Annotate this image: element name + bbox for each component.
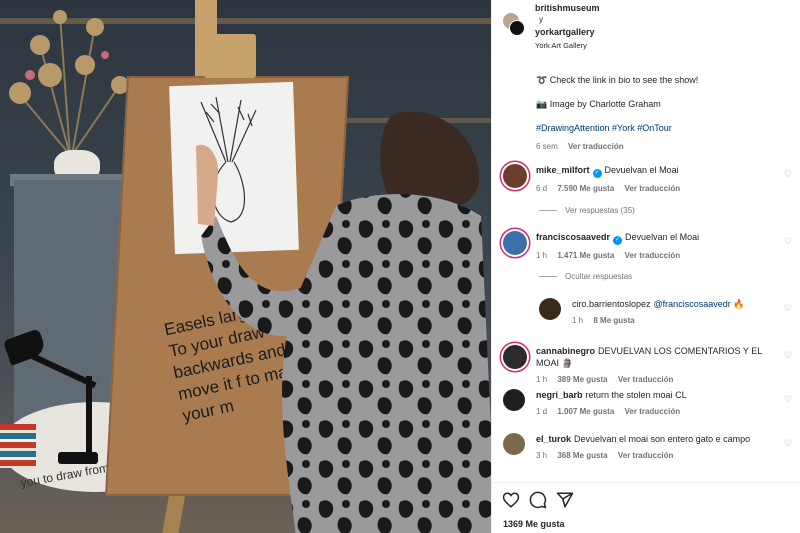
commenter-avatar[interactable] <box>503 231 527 255</box>
comment-meta: 1 h 389 Me gusta Ver traducción <box>536 374 776 386</box>
comment-likes[interactable]: 1.007 Me gusta <box>557 407 614 416</box>
replies-divider <box>539 210 557 212</box>
coauthor-avatar[interactable] <box>509 20 525 36</box>
lamp-arm <box>86 376 92 460</box>
comment-meta: 6 d 7.590 Me gusta Ver traducción <box>536 183 776 195</box>
commenter-avatar[interactable] <box>539 298 561 320</box>
caption-line: 📷 Image by Charlotte Graham <box>536 99 661 109</box>
comment-username[interactable]: mike_milfort <box>536 165 590 175</box>
comment-likes[interactable]: 1.471 Me gusta <box>557 251 614 260</box>
comment-body: negri_barb return the stolen moai CL 1 d … <box>536 389 776 418</box>
comment-likes[interactable]: 368 Me gusta <box>557 451 607 460</box>
comment-emoji: 🔥 <box>733 299 745 309</box>
comment-username[interactable]: el_turok <box>536 434 571 444</box>
post-header: britishmuseum y yorkartgallery York Art … <box>492 0 800 56</box>
comment-icon[interactable] <box>529 491 547 509</box>
post-action-bar: 1369 Me gusta <box>492 482 800 533</box>
comment-likes[interactable]: 8 Me gusta <box>593 316 634 325</box>
see-translation-button[interactable]: Ver traducción <box>568 142 624 151</box>
post-likes-count[interactable]: 1369 Me gusta <box>503 519 565 529</box>
comment-like-icon[interactable]: ♡ <box>784 170 793 179</box>
comment-time[interactable]: 1 h <box>572 316 583 325</box>
comment-meta: 1 d 1.007 Me gusta Ver traducción <box>536 406 776 418</box>
comment-username[interactable]: cannabinegro <box>536 346 595 356</box>
see-translation-button[interactable]: Ver traducción <box>625 251 681 260</box>
comment-like-icon[interactable]: ♡ <box>784 351 793 360</box>
comment-text: Devuelvan el Moai <box>625 232 700 242</box>
artist-figure <box>196 111 491 533</box>
comment-like-icon[interactable]: ♡ <box>784 439 793 448</box>
comment-time[interactable]: 1 h <box>536 251 547 260</box>
comment-text: Devuelvan el moai son entero gato e camp… <box>574 434 751 444</box>
comment-body: mike_milfort ✓ Devuelvan el Moai 6 d 7.590… <box>536 164 776 195</box>
dried-flowers <box>9 10 129 156</box>
share-icon[interactable] <box>556 491 574 509</box>
post-time[interactable]: 6 sem <box>536 142 558 151</box>
caption-meta: 6 sem Ver traducción <box>536 142 792 151</box>
author-username[interactable]: britishmuseum <box>535 2 600 14</box>
comment-meta: 1 h 1.471 Me gusta Ver traducción <box>536 250 776 262</box>
verified-icon: ✓ <box>613 236 623 245</box>
comment-body: el_turok Devuelvan el moai son entero gat… <box>536 433 776 462</box>
comment-body: ciro.barrientoslopez @franciscosaavedr 🔥 … <box>572 298 782 327</box>
post-sidebar: britishmuseum y yorkartgallery York Art … <box>491 0 800 533</box>
post-photo[interactable]: you to draw from. Easels larger s body. … <box>0 0 491 533</box>
comment-like-icon[interactable]: ♡ <box>784 395 793 404</box>
comment-username[interactable]: negri_barb <box>536 390 583 400</box>
commenter-avatar[interactable] <box>503 345 527 369</box>
comment-meta: 1 h 8 Me gusta <box>572 315 782 327</box>
comment-like-icon[interactable]: ♡ <box>784 237 793 246</box>
comment-meta: 3 h 368 Me gusta Ver traducción <box>536 450 776 462</box>
post-authors: britishmuseum y yorkartgallery York Art … <box>535 2 600 52</box>
heart-icon[interactable] <box>502 491 520 509</box>
comment-username[interactable]: franciscosaavedr <box>536 232 610 242</box>
book-stack <box>0 424 36 468</box>
lamp-base <box>58 452 98 464</box>
comment-time[interactable]: 1 h <box>536 375 547 384</box>
caption-line: ➰ Check the link in bio to see the show! <box>536 75 699 85</box>
comment-time[interactable]: 1 d <box>536 407 547 416</box>
comment-text: return the stolen moai CL <box>585 390 687 400</box>
commenter-avatar[interactable] <box>503 164 527 188</box>
comment-time[interactable]: 6 d <box>536 184 547 193</box>
coauthor-username[interactable]: yorkartgallery <box>535 26 600 38</box>
comment-likes[interactable]: 389 Me gusta <box>557 375 607 384</box>
comment-username[interactable]: ciro.barrientoslopez <box>572 299 651 309</box>
caption-hashtags[interactable]: #DrawingAttention #York #OnTour <box>536 122 792 134</box>
hide-replies-button[interactable]: Ocultar respuestas <box>539 272 632 281</box>
comment-mention[interactable]: @franciscosaavedr <box>654 299 731 309</box>
comment-body: franciscosaavedr ✓ Devuelvan el Moai 1 h 1… <box>536 231 776 262</box>
post-caption: ➰ Check the link in bio to see the show!… <box>536 74 792 151</box>
see-translation-button[interactable]: Ver traducción <box>625 184 681 193</box>
commenter-avatar[interactable] <box>503 389 525 411</box>
replies-label: Ocultar respuestas <box>565 272 633 281</box>
replies-label: Ver respuestas (35) <box>565 206 635 215</box>
comment-body: cannabinegro DEVUELVAN LOS COMENTARIOS Y … <box>536 345 776 386</box>
comment-like-icon[interactable]: ♡ <box>784 304 793 313</box>
comment-likes[interactable]: 7.590 Me gusta <box>557 184 614 193</box>
author-connector: y <box>539 15 543 24</box>
comment-text: Devuelvan el Moai <box>604 165 679 175</box>
post-location[interactable]: York Art Gallery <box>535 40 600 52</box>
verified-icon: ✓ <box>592 169 602 178</box>
commenter-avatar[interactable] <box>503 433 525 455</box>
comment-time[interactable]: 3 h <box>536 451 547 460</box>
view-replies-button[interactable]: Ver respuestas (35) <box>539 206 635 215</box>
see-translation-button[interactable]: Ver traducción <box>618 451 674 460</box>
see-translation-button[interactable]: Ver traducción <box>625 407 681 416</box>
see-translation-button[interactable]: Ver traducción <box>618 375 674 384</box>
replies-divider <box>539 276 557 278</box>
